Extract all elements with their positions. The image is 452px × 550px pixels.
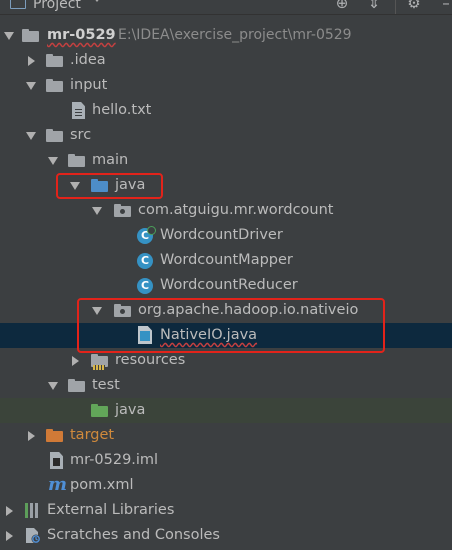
resources-folder-icon	[91, 354, 108, 370]
target-folder-label: target	[70, 427, 115, 443]
external-libraries-label: External Libraries	[47, 502, 175, 518]
tree-item-class[interactable]: C WordcountReducer	[0, 273, 452, 298]
tree-item-iml[interactable]: mr-0529.iml	[0, 448, 452, 473]
tree-item-idea[interactable]: .idea	[0, 48, 452, 73]
package-icon	[114, 304, 131, 317]
maven-icon: m	[48, 474, 68, 495]
expand-arrow-icon[interactable]	[25, 48, 37, 73]
package-icon	[114, 204, 131, 217]
hello-file-label: hello.txt	[92, 102, 152, 118]
input-folder-label: input	[70, 77, 108, 93]
tree-item-nativeio-java[interactable]: NativeIO.java	[0, 323, 452, 348]
java-file-icon	[138, 326, 152, 344]
expand-arrow-icon[interactable]	[69, 173, 81, 198]
expand-arrow-icon[interactable]	[69, 348, 81, 373]
package-nativeio-label: org.apache.hadoop.io.nativeio	[138, 302, 359, 318]
tree-item-pom[interactable]: m pom.xml	[0, 473, 452, 498]
package-wordcount-label: com.atguigu.mr.wordcount	[138, 202, 334, 218]
nativeio-file-label: NativeIO.java	[160, 327, 258, 343]
tree-item-class[interactable]: C WordcountDriver	[0, 223, 452, 248]
tree-item-package-wordcount[interactable]: com.atguigu.mr.wordcount	[0, 198, 452, 223]
library-icon	[25, 503, 39, 518]
tree-item-test[interactable]: test	[0, 373, 452, 398]
expand-arrow-icon[interactable]	[25, 123, 37, 148]
expand-arrow-icon[interactable]	[91, 298, 103, 323]
settings-icon[interactable]: ⚙	[405, 0, 423, 12]
expand-arrow-icon[interactable]	[3, 498, 15, 523]
folder-icon	[68, 379, 85, 392]
source-folder-icon	[91, 179, 108, 192]
class-icon: C	[137, 226, 156, 244]
expand-arrow-icon[interactable]	[3, 23, 15, 48]
main-folder-label: main	[92, 152, 129, 168]
expand-arrow-icon[interactable]	[3, 523, 15, 548]
root-module-label: mr-0529	[47, 27, 116, 43]
java-folder-label: java	[115, 177, 146, 193]
tree-item-java-source-root[interactable]: java	[0, 173, 452, 198]
folder-icon	[46, 79, 63, 92]
expand-arrow-icon[interactable]	[91, 198, 103, 223]
class-icon: C	[137, 253, 153, 269]
folder-icon	[46, 54, 63, 67]
tree-item-external-libraries[interactable]: External Libraries	[0, 498, 452, 523]
scratches-label: Scratches and Consoles	[47, 527, 220, 543]
src-folder-label: src	[70, 127, 92, 143]
expand-arrow-icon[interactable]	[25, 423, 37, 448]
tree-item-hello-txt[interactable]: hello.txt	[0, 98, 452, 123]
class-label: WordcountReducer	[160, 277, 298, 293]
project-icon	[10, 0, 26, 9]
test-source-folder-icon	[91, 404, 108, 417]
project-tree: mr-0529 E:\IDEA\exercise_project\mr-0529…	[0, 23, 452, 548]
class-icon: C	[137, 278, 153, 294]
locate-icon[interactable]: ⊕	[333, 0, 351, 12]
project-tool-window-header: Project ⊕ ⇕ ⚙ –	[0, 0, 452, 15]
folder-icon	[68, 154, 85, 167]
module-folder-icon	[22, 29, 39, 42]
resources-folder-label: resources	[115, 352, 186, 368]
iml-file-label: mr-0529.iml	[70, 452, 159, 468]
tree-item-test-java[interactable]: java	[0, 398, 452, 423]
pom-file-label: pom.xml	[70, 477, 134, 493]
tree-item-src[interactable]: src	[0, 123, 452, 148]
header-divider	[395, 0, 396, 14]
tree-item-root[interactable]: mr-0529 E:\IDEA\exercise_project\mr-0529	[0, 23, 452, 48]
folder-icon	[46, 129, 63, 142]
tree-item-input[interactable]: input	[0, 73, 452, 98]
class-label: WordcountMapper	[160, 252, 293, 268]
expand-arrow-icon[interactable]	[47, 373, 59, 398]
idea-folder-label: .idea	[70, 52, 106, 68]
root-module-path: E:\IDEA\exercise_project\mr-0529	[118, 27, 352, 43]
test-folder-label: test	[92, 377, 120, 393]
hide-icon[interactable]: –	[437, 0, 452, 12]
excluded-folder-icon	[46, 429, 63, 442]
module-file-icon	[50, 452, 63, 469]
tree-item-class[interactable]: C WordcountMapper	[0, 248, 452, 273]
class-label: WordcountDriver	[160, 227, 283, 243]
scratches-icon	[26, 528, 41, 544]
text-file-icon	[72, 102, 85, 119]
tree-item-target[interactable]: target	[0, 423, 452, 448]
chevron-down-icon[interactable]	[93, 0, 101, 2]
expand-arrow-icon[interactable]	[47, 148, 59, 173]
test-java-folder-label: java	[115, 402, 146, 418]
project-view-title[interactable]: Project	[33, 0, 81, 13]
collapse-icon[interactable]: ⇕	[365, 0, 383, 12]
tree-item-resources[interactable]: resources	[0, 348, 452, 373]
tree-item-main[interactable]: main	[0, 148, 452, 173]
tree-item-package-nativeio[interactable]: org.apache.hadoop.io.nativeio	[0, 298, 452, 323]
expand-arrow-icon[interactable]	[25, 73, 37, 98]
tree-item-scratches[interactable]: Scratches and Consoles	[0, 523, 452, 548]
